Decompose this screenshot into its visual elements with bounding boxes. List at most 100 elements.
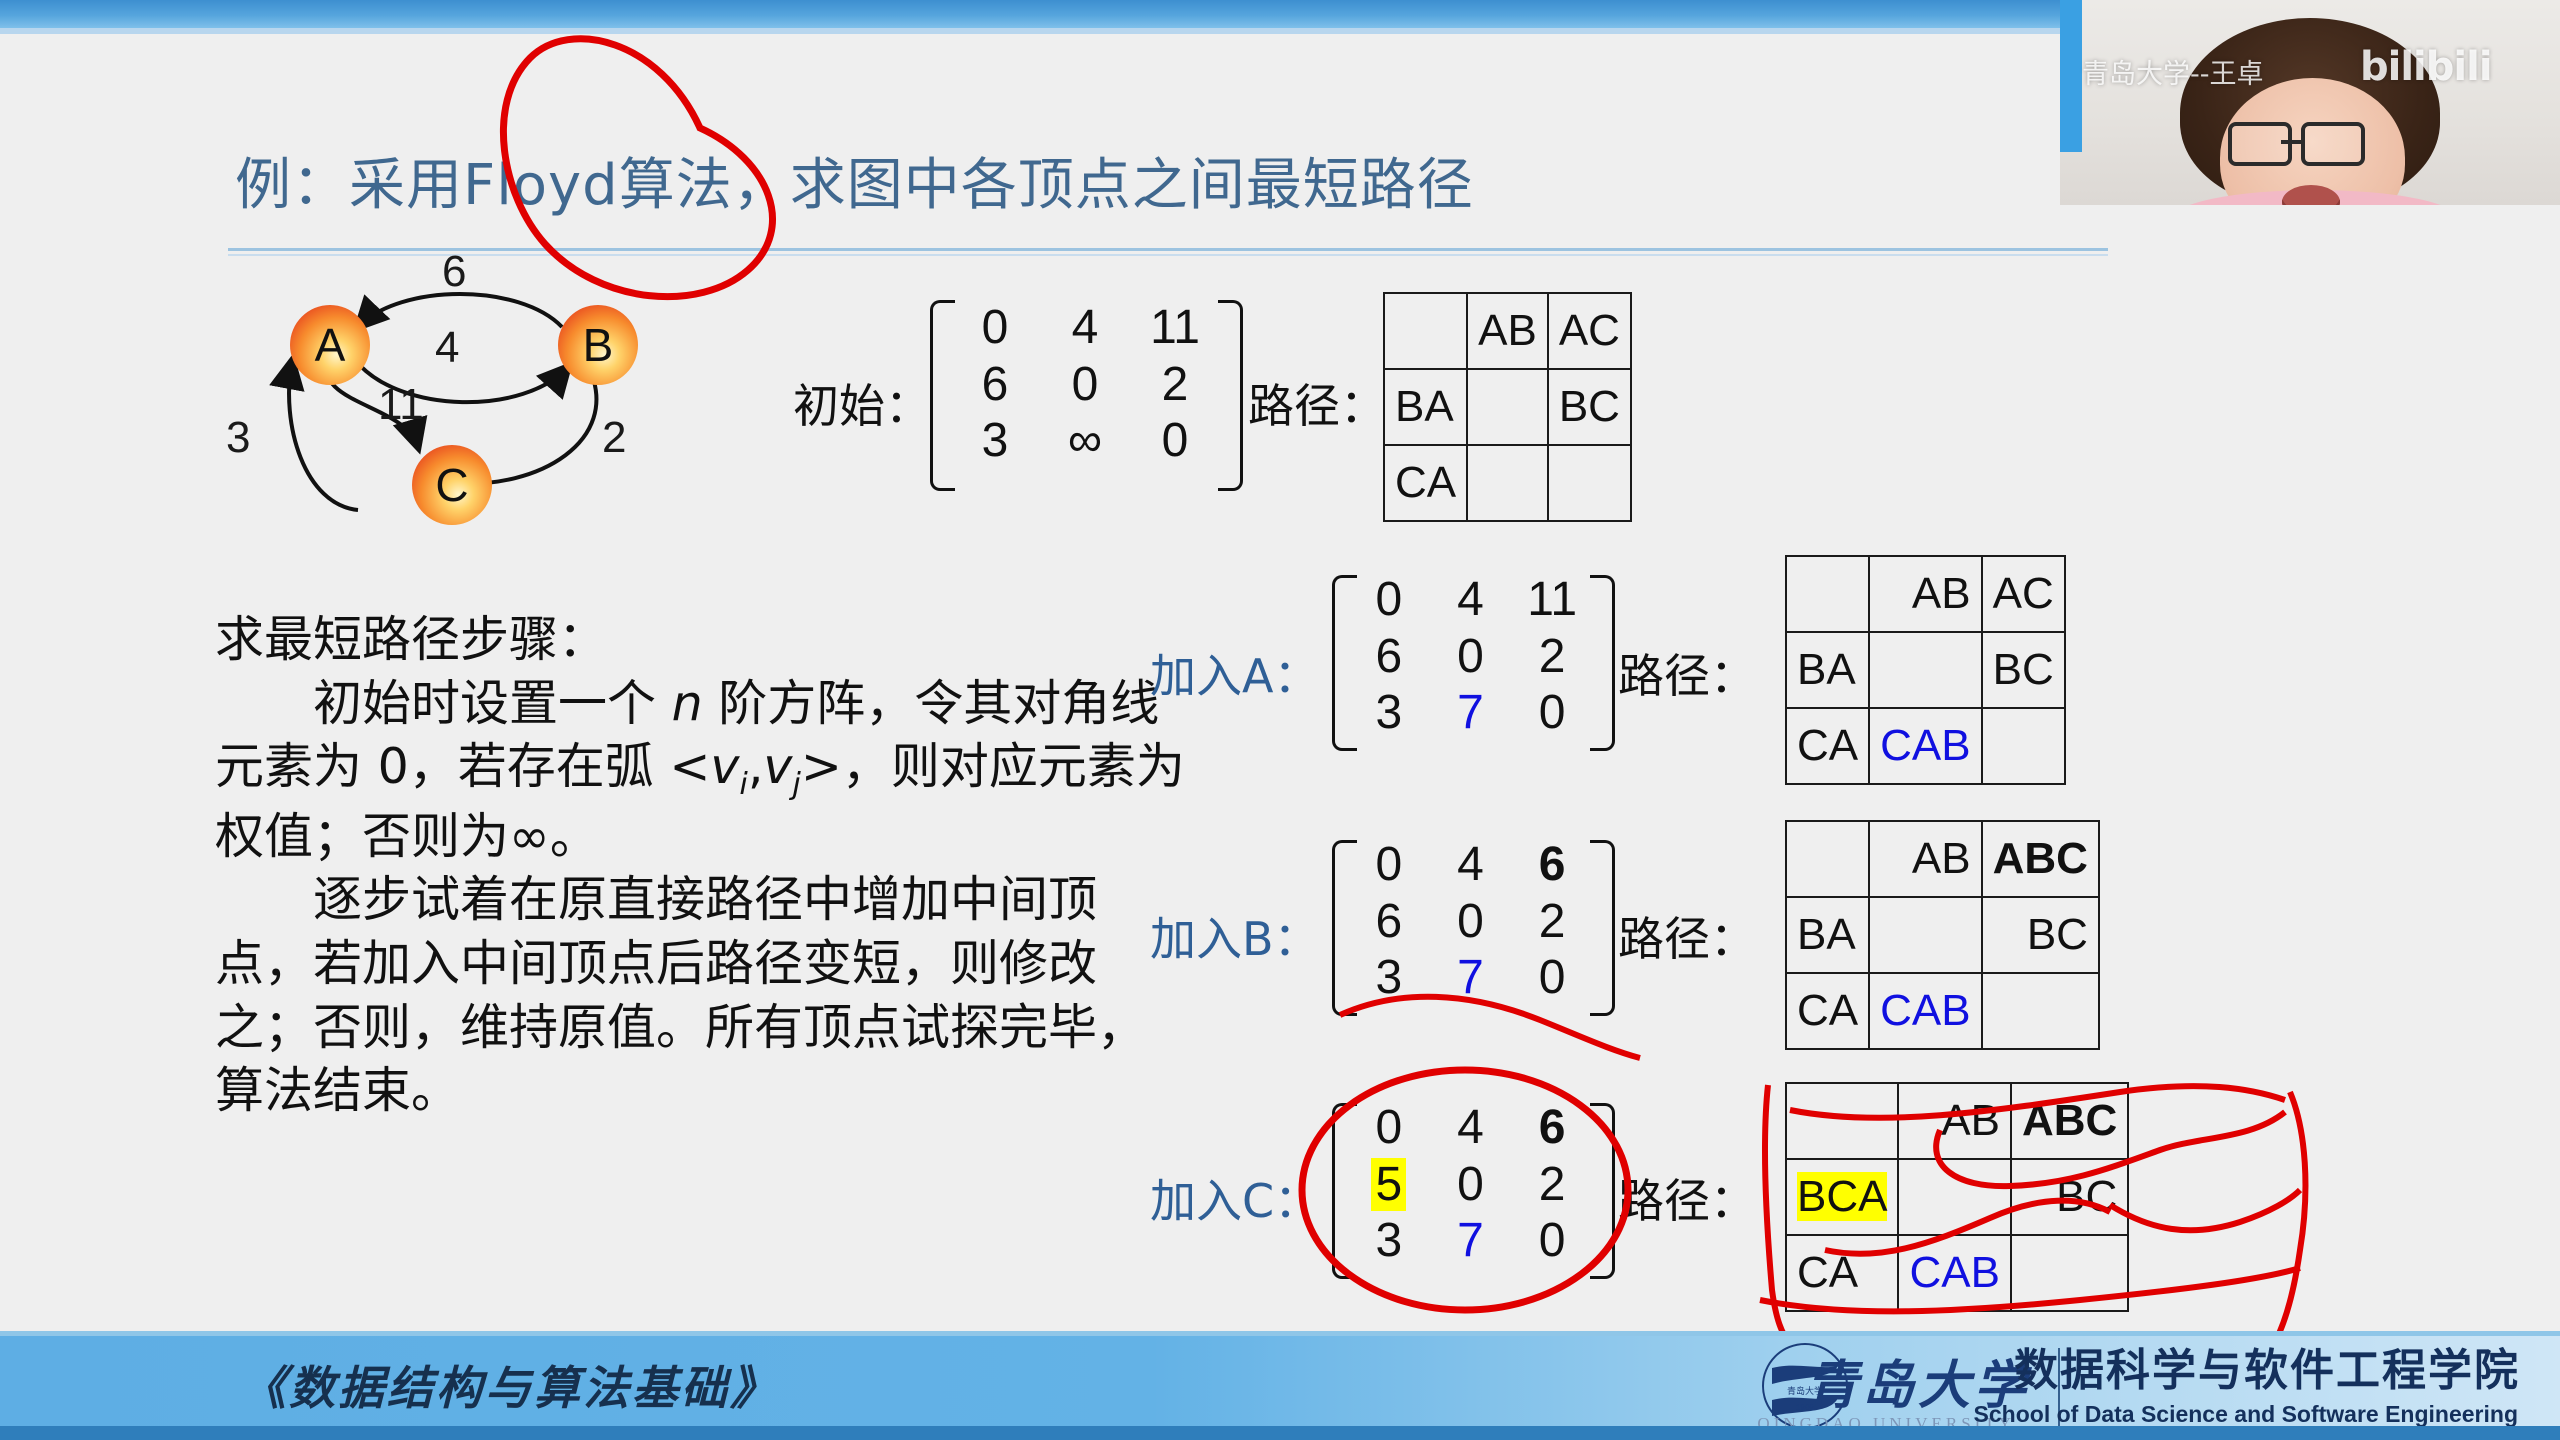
title-divider	[228, 248, 2108, 251]
table-row: BCA BC	[1784, 1158, 2130, 1236]
page-title: 例：采用Floyd算法，求图中各顶点之间最短路径	[235, 153, 1474, 218]
matrix-cell: 5	[1348, 1157, 1430, 1214]
matrix-cell: 0	[1375, 573, 1403, 626]
matrix-bracket-right-0	[1218, 300, 1243, 491]
path-table-row-header	[1784, 820, 1871, 898]
path-table-col-header: ABC	[1980, 820, 2100, 898]
path-table-cell	[1980, 707, 2066, 785]
table-row: AB AC	[1382, 292, 1632, 370]
path-table-cell	[1868, 631, 1983, 709]
matrix-cell: 4	[1457, 573, 1484, 626]
path-table-row-header: CA	[1784, 707, 1871, 785]
matrix-cell: 4	[1457, 838, 1484, 891]
matrix-cell: 3	[981, 414, 1009, 468]
para1-part-a: 初始时设置一个	[313, 674, 657, 732]
webcam-overlay[interactable]: 青岛大学--王卓 bilibili	[2060, 0, 2560, 205]
graph-node-a: A	[290, 305, 370, 385]
path-table-col-header: AC	[1546, 292, 1632, 370]
matrix-cell: 7	[1430, 685, 1512, 742]
table-row: AB AC	[1784, 555, 2066, 633]
path-table-cell	[1980, 972, 2100, 1050]
matrix-cell-value-bold: 6	[1538, 1101, 1566, 1154]
path-table-add-a: AB AC BA BC CA CAB	[1784, 555, 2066, 785]
table-row: CA CAB	[1784, 707, 2066, 785]
matrix-cell: 0	[1375, 838, 1403, 891]
ink-scribble-7	[2273, 1090, 2309, 1342]
path-table-col-header: AB	[1868, 820, 1983, 898]
glasses-left-lens-icon	[2228, 122, 2292, 166]
footer-bottom-strip	[0, 1426, 2560, 1440]
path-table-cell	[1466, 444, 1549, 522]
path-table-cell: CAB	[1868, 707, 1983, 785]
matrix-cell: 7	[1430, 950, 1512, 1007]
path-table-col-header: AC	[1980, 555, 2066, 633]
path-table-row-header: CA	[1784, 1234, 1900, 1312]
matrix-cell: 0	[1538, 1214, 1566, 1268]
path-word-2: 路径：	[1618, 912, 1756, 966]
graph-node-c: C	[412, 445, 492, 525]
webcam-watermark-text: 青岛大学--王卓	[2082, 59, 2264, 90]
matrix-cell-value-blue: 7	[1457, 686, 1484, 740]
edge-weight-4: 4	[435, 323, 460, 372]
matrix-cell: 7	[1430, 1213, 1512, 1270]
body-paragraph-1: 初始时设置一个 n 阶方阵，令其对角线元素为 0，若存在弧 <vi,vj>，则对…	[215, 672, 1185, 869]
matrix-cell: 0	[1457, 894, 1484, 948]
matrix-cell-value-blue: 7	[1457, 1214, 1484, 1268]
para1-comma: ,	[747, 738, 764, 796]
matrix-cell: 0	[1457, 1157, 1484, 1211]
table-row: CA CAB	[1784, 972, 2100, 1050]
glasses-right-lens-icon	[2301, 122, 2365, 166]
step-add-a-label: 加入A：	[1150, 649, 1320, 703]
path-table-value-blue: CAB	[1909, 1248, 2000, 1297]
path-table-col-header: ABC	[2009, 1082, 2130, 1160]
path-table-cell	[1466, 368, 1549, 446]
path-table-cell	[1897, 1158, 2012, 1236]
matrix-cell: 6	[1511, 1100, 1593, 1157]
footer-course-title: 《数据结构与算法基础》	[240, 1361, 779, 1415]
table-row: BA BC	[1784, 896, 2100, 974]
school-name-en: School of Data Science and Software Engi…	[1973, 1401, 2518, 1427]
bilibili-logo-icon: bilibili	[2360, 44, 2493, 90]
graph-node-b: B	[558, 305, 638, 385]
path-word-3: 路径：	[1618, 1174, 1756, 1228]
matrix-bracket-right-2	[1590, 840, 1615, 1016]
body-heading: 求最短路径步骤：	[215, 611, 608, 668]
step-initial-label: 初始：	[793, 379, 931, 433]
matrix-cell: 2	[1538, 629, 1566, 683]
path-table-add-c: AB ABC BCA BC CA CAB	[1784, 1082, 2130, 1312]
ink-scribble-4	[2108, 1187, 2303, 1234]
matrix-cell: 6	[981, 357, 1009, 411]
slide-canvas: 例：采用Floyd算法，求图中各顶点之间最短路径 A B C 6 4 11 3 …	[0, 0, 2560, 1440]
path-table-cell: BC	[1980, 896, 2100, 974]
path-table-cell	[2009, 1234, 2130, 1312]
para1-n-symbol: n	[671, 674, 703, 732]
path-table-value-blue: CAB	[1880, 986, 1971, 1035]
matrix-add-c: 046502370	[1348, 1100, 1593, 1270]
table-row: BA BC	[1784, 631, 2066, 709]
path-table-value-bold: ABC	[1992, 834, 2088, 883]
footer-band: 《数据结构与算法基础》 青岛大学 1909 青岛大学 QINGDAO UNIVE…	[0, 1336, 2560, 1440]
matrix-cell: 6	[1375, 629, 1403, 683]
body-text: 求最短路径步骤： 初始时设置一个 n 阶方阵，令其对角线元素为 0，若存在弧 <…	[215, 608, 1185, 1123]
edge-weight-6: 6	[442, 247, 467, 296]
matrix-cell-value-bold: 6	[1538, 838, 1566, 891]
graph-diagram: A B C 6 4 11 3 2	[226, 247, 710, 610]
path-table-row-header: BA	[1784, 896, 1871, 974]
path-table-cell: BC	[1980, 631, 2066, 709]
path-table-row-header: CA	[1382, 444, 1469, 522]
matrix-bracket-right-1	[1590, 575, 1615, 751]
matrix-cell: 2	[1538, 894, 1566, 948]
matrix-cell: 0	[1538, 951, 1566, 1005]
table-row: CA CAB	[1784, 1234, 2130, 1312]
matrix-cell: ∞	[1067, 414, 1103, 468]
matrix-cell: 3	[1375, 951, 1403, 1005]
para1-vi: v	[710, 738, 740, 796]
path-word-1: 路径：	[1618, 649, 1756, 703]
para1-i-subscript: i	[739, 767, 748, 803]
matrix-cell: 0	[1161, 414, 1189, 468]
matrix-cell: 11	[1527, 573, 1578, 626]
matrix-cell: 0	[1457, 629, 1484, 683]
table-row: AB ABC	[1784, 820, 2100, 898]
edge-weight-3: 3	[226, 413, 251, 462]
matrix-cell: 4	[1457, 1101, 1484, 1154]
